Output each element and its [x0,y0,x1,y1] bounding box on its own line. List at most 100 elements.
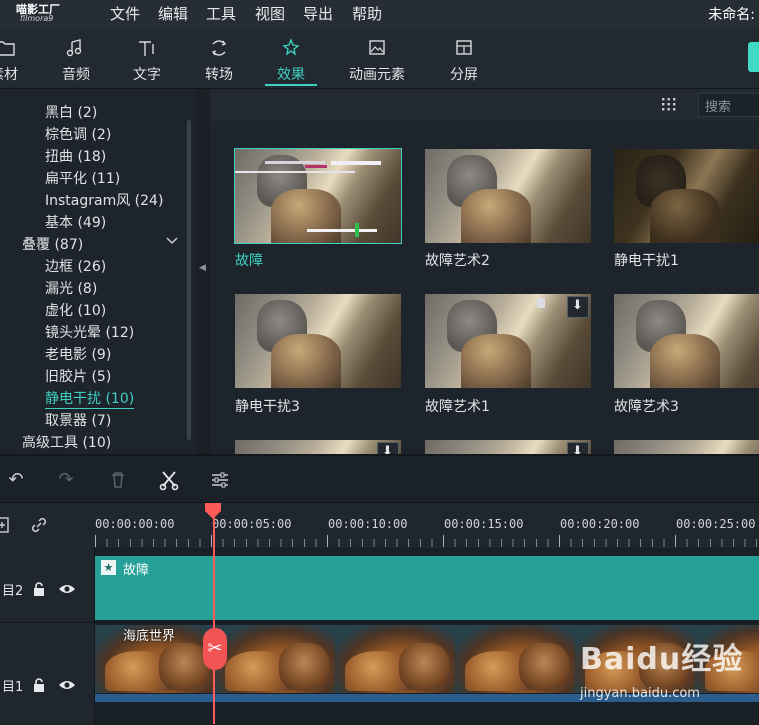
search-placeholder: 搜索 [705,100,732,115]
clip-frame [335,625,456,693]
redo-icon[interactable]: ↷ [54,468,78,492]
watermark: Baidu经验 jingyan.baidu.com [572,634,752,714]
category-item[interactable]: 黑白 (2) [45,102,97,122]
effects-grid: 故障 故障艺术2 静电干扰1 静电干扰3 故障艺术1 故障艺术3 [210,121,759,454]
track-number: 目1 [2,680,24,695]
tab-media[interactable]: 素材 [0,28,36,86]
menu-edit[interactable]: 编辑 [158,3,188,24]
media-tabbar: 素材 音频 文字 转场 效果 动画元素 分屏 [0,28,759,89]
timeline-toolbar: ↶ ↷ [0,454,759,504]
menu-bar: 喵影工厂 filmora9 文件 编辑 工具 视图 导出 帮助 未命名: [0,0,759,28]
category-item[interactable]: 旧胶片 (5) [45,366,111,386]
effect-thumbnail[interactable] [235,294,401,388]
tab-label: 动画元素 [349,67,405,83]
export-button[interactable] [748,42,759,72]
collapse-arrow-icon[interactable]: ◀ [199,263,207,273]
menu-tools[interactable]: 工具 [206,3,236,24]
effect-thumbnail[interactable] [614,294,759,388]
project-title: 未命名: [708,7,755,23]
menu-view[interactable]: 视图 [255,3,285,24]
tab-label: 分屏 [450,67,478,83]
effect-thumbnail[interactable] [614,440,759,454]
split-screen-icon [456,40,472,55]
tab-label: 效果 [277,67,305,83]
timecode: 00:00:20:00 [560,517,640,531]
category-item[interactable]: 扭曲 (18) [45,146,106,166]
category-item[interactable]: 老电影 (9) [45,344,111,364]
category-item[interactable]: 基本 (49) [45,212,106,232]
undo-icon[interactable]: ↶ [4,468,28,492]
transition-icon [211,40,227,56]
eye-icon[interactable] [58,678,76,692]
music-note-icon [66,39,82,57]
track-header: 目1 [0,623,95,725]
chevron-down-icon[interactable] [165,233,179,247]
timecode: 00:00:25:00 [676,517,756,531]
text-icon [139,41,154,56]
effect-label: 故障艺术2 [425,253,490,269]
menu-file[interactable]: 文件 [110,3,140,24]
effects-icon [282,38,300,56]
category-item-active[interactable]: 静电干扰 (10) [45,388,135,409]
app-logo: 喵影工厂 filmora9 [4,1,64,27]
category-item[interactable]: 棕色调 (2) [45,124,111,144]
tab-transitions[interactable]: 转场 [187,28,251,86]
tab-label: 音频 [62,67,90,83]
playhead-line[interactable] [213,515,215,724]
tab-label: 转场 [205,67,233,83]
folder-icon [0,41,15,56]
clip-frame [215,625,336,693]
tab-split-screen[interactable]: 分屏 [432,28,496,86]
category-item[interactable]: Instagram风 (24) [45,190,163,210]
track-number: 目2 [2,584,24,599]
effect-thumbnail[interactable] [614,149,759,243]
watermark-url: jingyan.baidu.com [580,686,700,701]
category-group-advanced[interactable]: 高级工具 (10) [22,432,111,452]
track-header: 目2 [0,548,95,622]
effect-label: 故障艺术1 [425,399,490,415]
timeline-ruler[interactable]: 00:00:00:00 00:00:05:00 00:00:10:00 00:0… [0,502,759,549]
search-input[interactable]: 搜索 [698,93,759,117]
clip-name: 故障 [123,563,150,578]
tab-audio[interactable]: 音频 [44,28,108,86]
ruler-major-ticks [95,535,759,547]
category-item[interactable]: 镜头光晕 (12) [45,322,134,342]
timecode: 00:00:10:00 [328,517,408,531]
playhead-handle[interactable] [204,502,222,520]
adjust-icon[interactable] [208,468,232,492]
watermark-brand: Baidu经验 [580,642,744,677]
effect-thumbnail[interactable] [425,440,591,454]
menu-help[interactable]: 帮助 [352,3,382,24]
effect-thumbnail[interactable] [425,149,591,243]
split-scissors-icon[interactable]: ✂ [203,628,227,670]
tab-effects[interactable]: 效果 [259,28,323,86]
active-tab-indicator [265,84,317,86]
eye-icon[interactable] [58,582,76,596]
menu-export[interactable]: 导出 [303,3,333,24]
category-item[interactable]: 虚化 (10) [45,300,106,320]
download-icon[interactable] [567,442,589,454]
category-panel: 黑白 (2) 棕色调 (2) 扭曲 (18) 扁平化 (11) Instagra… [0,89,196,454]
category-item[interactable]: 取景器 (7) [45,410,111,430]
cut-icon[interactable] [157,468,181,492]
category-scrollbar[interactable] [187,120,191,440]
effect-thumbnail[interactable] [235,440,401,454]
download-icon[interactable] [377,442,399,454]
effect-thumbnail-glitch[interactable] [234,148,402,244]
category-item[interactable]: 边框 (26) [45,256,106,276]
effect-thumbnail[interactable] [425,294,591,388]
grid-view-icon[interactable] [660,96,678,112]
delete-icon[interactable] [106,468,130,492]
logo-subtext: filmora9 [20,14,54,23]
link-icon[interactable] [28,514,50,536]
add-track-icon[interactable] [0,515,14,537]
lock-icon[interactable] [32,581,46,597]
category-item[interactable]: 扁平化 (11) [45,168,120,188]
category-item[interactable]: 漏光 (8) [45,278,97,298]
lock-icon[interactable] [32,677,46,693]
tab-text[interactable]: 文字 [115,28,179,86]
category-group-overlay[interactable]: 叠覆 (87) [22,234,83,254]
download-icon[interactable] [567,296,589,318]
effect-clip[interactable]: ★ 故障 [95,556,759,620]
tab-elements[interactable]: 动画元素 [345,28,409,86]
